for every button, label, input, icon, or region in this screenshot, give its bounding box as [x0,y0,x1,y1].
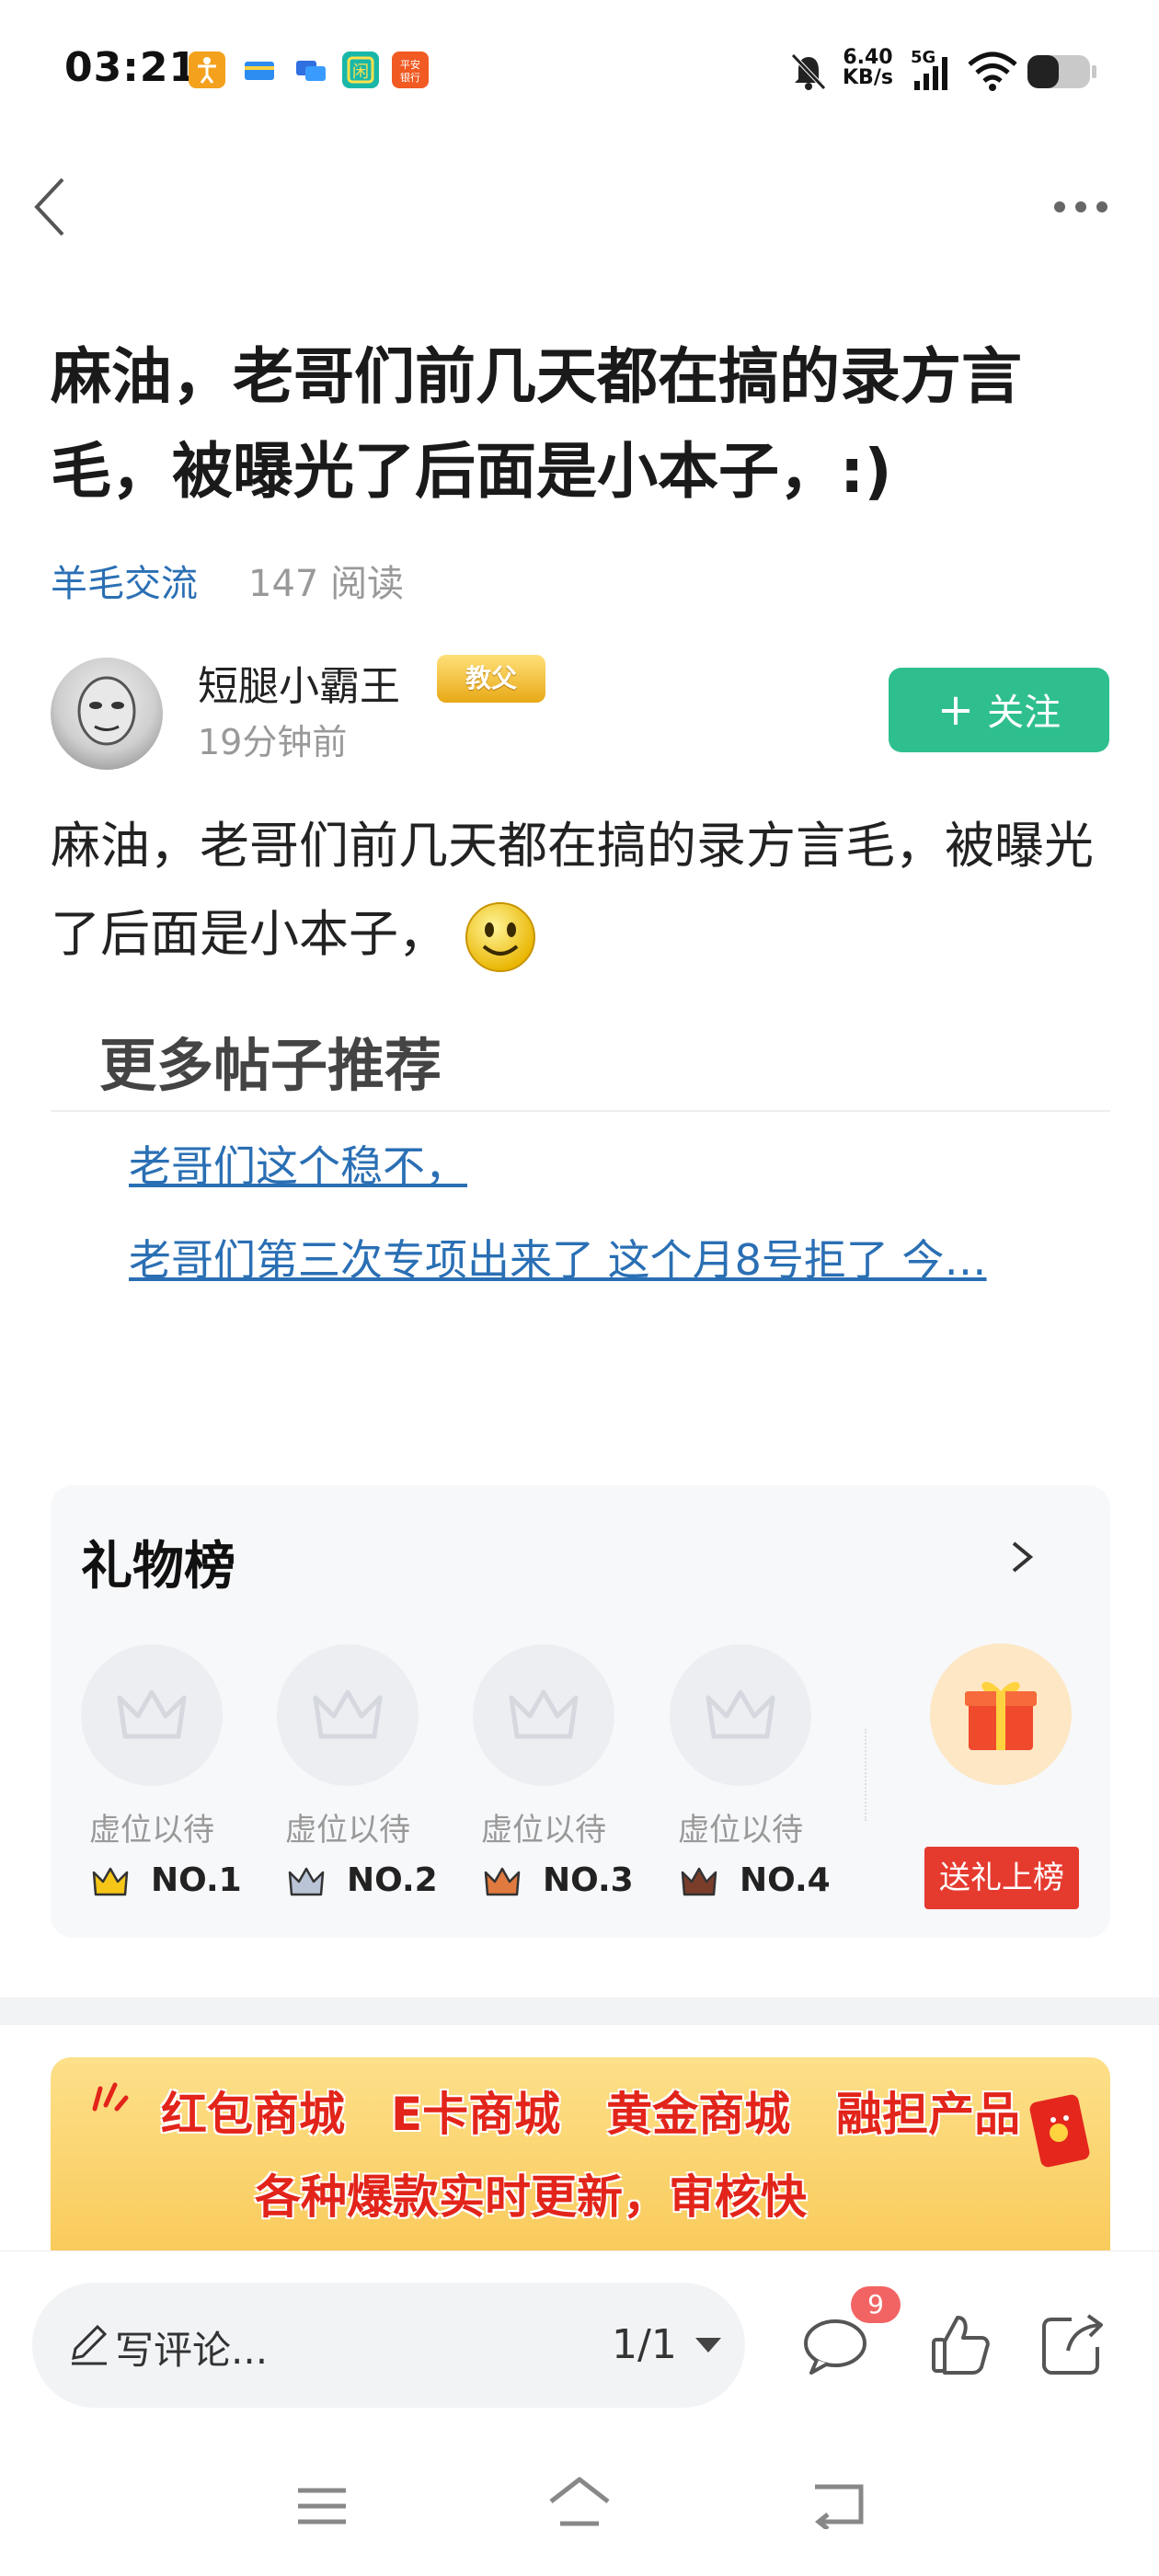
chevron-left-icon [34,177,64,236]
more-button[interactable] [1049,184,1113,230]
wifi-icon [966,50,1019,92]
gift-slot-label: 虚位以待 [481,1812,606,1849]
recommended-post-link[interactable]: 老哥们第三次专项出来了 这个月8号拒了 今… [129,1227,1049,1288]
battery-icon [1026,52,1099,92]
xianyu-app-icon: 闲 [342,52,379,88]
promo-banner[interactable]: 红包商城 E卡商城 黄金商城 融担产品 各种爆款实时更新，审核快 [51,2057,1110,2250]
recommended-post-link[interactable]: 老哥们这个稳不， [129,1133,681,1194]
gift-slot-avatar[interactable] [277,1644,419,1786]
post-title: 麻油，老哥们前几天都在搞的录方言毛，被曝光了后面是小本子，:) [51,341,1022,507]
card-icon [241,52,278,88]
page-indicator[interactable]: 1/1 [612,2321,677,2368]
follow-button[interactable]: + 关注 [889,668,1109,752]
system-home-button[interactable] [547,2474,612,2529]
gift-rank-title: 礼物榜 [81,1537,235,1597]
status-time: 03:21 [64,44,199,91]
post-body-text: 麻油，老哥们前几天都在搞的录方言毛，被曝光了后面是小本子， [51,817,1094,963]
signal-icon: 5G [911,48,957,94]
sparkle-icon [87,2078,130,2114]
system-menu-button[interactable] [294,2483,350,2529]
gift-box-icon[interactable] [930,1643,1072,1785]
banner-line-2: 各种爆款实时更新，审核快 [255,2170,807,2224]
gift-slot-avatar[interactable] [473,1644,614,1786]
back-return-icon [814,2484,864,2531]
dropdown-triangle-icon[interactable] [692,2332,725,2358]
gift-slot-rank: NO.3 [543,1861,634,1899]
svg-text:银行: 银行 [400,71,420,84]
more-posts-heading: 更多帖子推荐 [99,1032,442,1099]
comment-count-badge: 9 [851,2286,901,2323]
post-body: 麻油，老哥们前几天都在搞的录方言毛，被曝光了后面是小本子， [51,802,1118,979]
more-dots-icon [1054,201,1107,212]
gift-slot-avatar[interactable] [670,1644,811,1786]
mute-bell-icon [789,52,828,92]
gift-slot-rank: NO.2 [347,1861,438,1899]
svg-text:闲: 闲 [352,63,369,82]
crown-silver-icon [286,1861,327,1902]
thumbs-up-icon[interactable] [924,2308,998,2382]
pingan-bank-icon: 平安 银行 [392,52,429,88]
chevron-right-icon [1012,1541,1034,1573]
author-name[interactable]: 短腿小霸王 [198,653,400,712]
banner-line-1: 红包商城 E卡商城 黄金商城 融担产品 [161,2088,1021,2141]
gift-slot-rank: NO.1 [151,1861,242,1899]
smiley-emoji-icon [464,900,537,974]
red-envelope-icon [1026,2083,1099,2175]
chat-app-icon [293,52,329,88]
category-link[interactable]: 羊毛交流 [51,554,198,607]
gift-rank-more-button[interactable] [1003,1534,1039,1580]
gift-slot-rank: NO.4 [740,1861,831,1899]
gift-slot-avatar[interactable] [81,1644,223,1786]
send-gift-button[interactable]: 送礼上榜 [924,1847,1079,1909]
svg-text:平安: 平安 [400,58,420,71]
divider [51,1110,1110,1112]
status-bar: 03:21 闲 平安 银行 6.40 KB/s 5G [0,0,1159,138]
gift-slot-label: 虚位以待 [285,1812,410,1849]
read-count: 147 阅读 [248,563,405,605]
post-time: 19分钟前 [198,722,348,762]
divider [865,1729,868,1821]
plus-icon: + [936,684,975,736]
gift-slot-label: 虚位以待 [89,1812,214,1849]
pencil-icon [66,2321,112,2367]
back-button[interactable] [28,170,74,244]
crown-dark-icon [679,1861,719,1902]
follow-label: 关注 [987,692,1061,734]
net-speed: 6.40 KB/s [843,46,893,89]
gift-slot-label: 虚位以待 [678,1812,803,1849]
comment-placeholder[interactable]: 写评论... [115,2319,268,2376]
system-back-button[interactable] [809,2479,866,2531]
crown-bronze-icon [482,1861,522,1902]
accessibility-icon [189,52,225,88]
author-badge: 教父 [437,655,545,703]
author-avatar[interactable] [51,658,163,770]
home-icon [549,2477,610,2526]
share-icon[interactable] [1035,2307,1108,2380]
section-separator [0,1998,1159,2025]
menu-icon [298,2488,346,2524]
crown-gold-icon [90,1861,131,1902]
